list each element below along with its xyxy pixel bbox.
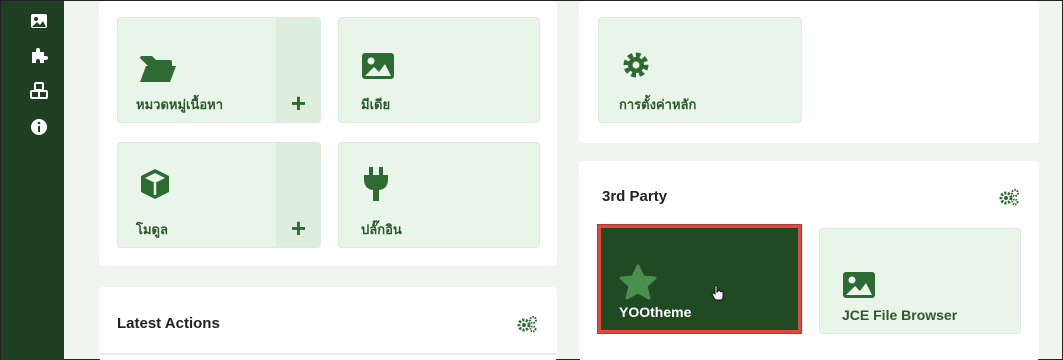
puzzle-icon[interactable] [29, 45, 49, 65]
add-module-button[interactable]: + [276, 143, 321, 247]
modules-label: โมดูล [136, 222, 168, 237]
third-party-panel: 3rd Party YOOtheme JCE File Browser [579, 161, 1039, 360]
plug-icon [361, 165, 391, 210]
plus-icon: + [290, 213, 307, 243]
sidebar [1, 1, 64, 360]
plugins-label: ปลั๊กอิน [361, 222, 402, 237]
content-panel: หมวดหมู่เนื้อหา + มีเดีย โมดูล + ปลั๊กอิ… [99, 1, 557, 266]
image-icon [842, 271, 876, 304]
latest-actions-title: Latest Actions [117, 315, 220, 332]
cubes-icon[interactable] [29, 81, 49, 101]
global-config-tile[interactable]: การตั้งค่าหลัก [598, 17, 802, 123]
yootheme-tile[interactable]: YOOtheme [598, 225, 801, 333]
jce-file-browser-tile[interactable]: JCE File Browser [819, 228, 1021, 334]
system-panel: การตั้งค่าหลัก [579, 1, 1039, 143]
categories-label: หมวดหมู่เนื้อหา [136, 97, 224, 112]
plus-icon: + [290, 88, 307, 118]
media-tile[interactable]: มีเดีย [338, 17, 540, 123]
modules-tile[interactable]: โมดูล + [117, 142, 321, 248]
image-icon[interactable] [29, 11, 49, 31]
jce-file-browser-label: JCE File Browser [842, 307, 958, 323]
global-config-label: การตั้งค่าหลัก [619, 97, 697, 112]
third-party-title: 3rd Party [602, 188, 668, 205]
categories-tile[interactable]: หมวดหมู่เนื้อหา + [117, 17, 321, 123]
gears-icon[interactable] [516, 315, 538, 338]
image-icon [361, 52, 395, 85]
latest-actions-panel: Latest Actions [99, 287, 557, 360]
cube-icon [138, 167, 172, 206]
hand-cursor-icon [711, 285, 725, 306]
gears-icon[interactable] [998, 188, 1020, 211]
gear-icon [621, 50, 651, 85]
yootheme-label: YOOtheme [619, 304, 692, 320]
media-label: มีเดีย [361, 97, 391, 112]
star-icon [619, 264, 657, 305]
divider [99, 353, 557, 355]
plugins-tile[interactable]: ปลั๊กอิน [338, 142, 540, 248]
folder-open-icon [138, 54, 178, 89]
add-category-button[interactable]: + [276, 18, 321, 122]
info-icon[interactable] [29, 117, 49, 137]
